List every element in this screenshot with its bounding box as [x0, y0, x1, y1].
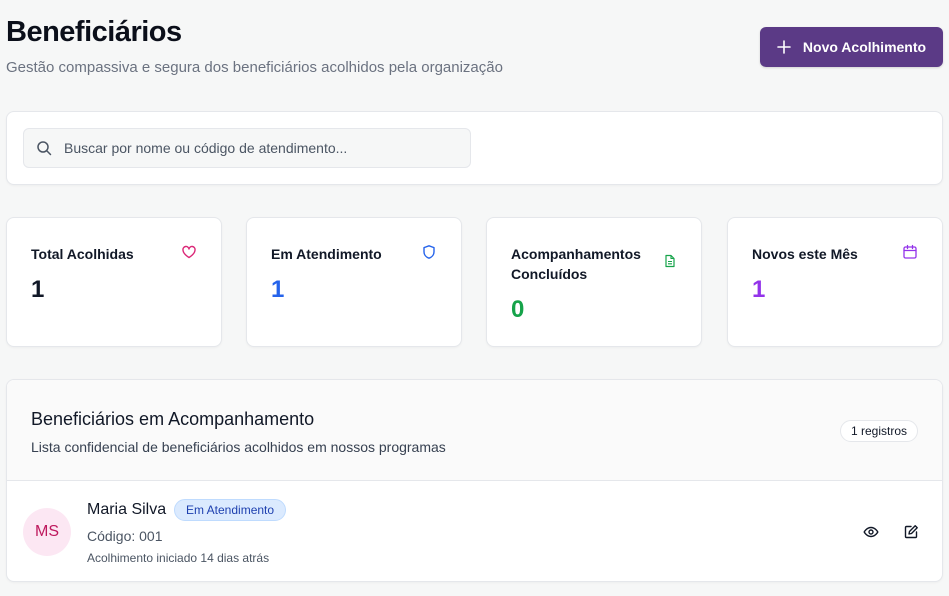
page-title: Beneficiários — [6, 16, 182, 48]
page-subtitle: Gestão compassiva e segura dos beneficiá… — [6, 59, 503, 76]
list-header: Beneficiários em Acompanhamento Lista co… — [7, 380, 942, 481]
shield-icon — [423, 245, 435, 259]
new-intake-button[interactable]: Novo Acolhimento — [760, 27, 943, 67]
stat-card-total: Total Acolhidas 1 — [6, 217, 222, 347]
calendar-icon — [903, 244, 917, 259]
beneficiary-name: Maria Silva — [87, 501, 167, 518]
stat-label: Em Atendimento — [271, 246, 382, 262]
records-count-badge: 1 registros — [839, 420, 918, 442]
beneficiaries-list-card: Beneficiários em Acompanhamento Lista co… — [6, 379, 943, 582]
stat-card-completed: Acompanhamentos Concluídos 0 — [486, 217, 702, 347]
list-title: Beneficiários em Acompanhamento — [31, 409, 315, 429]
heart-icon — [182, 245, 196, 259]
search-icon — [37, 141, 52, 156]
stat-label: Novos este Mês — [752, 246, 858, 262]
stat-value: 0 — [511, 296, 525, 323]
intake-started-text: Acolhimento iniciado 14 dias atrás — [87, 551, 270, 565]
stat-value: 1 — [271, 276, 285, 303]
beneficiaries-page: Beneficiários Gestão compassiva e segura… — [0, 0, 949, 596]
document-icon — [665, 254, 675, 268]
stat-card-new-this-month: Novos este Mês 1 — [727, 217, 943, 347]
status-badge: Em Atendimento — [174, 499, 287, 521]
stat-value: 1 — [31, 276, 45, 303]
search-input[interactable] — [64, 140, 470, 156]
eye-icon — [863, 526, 879, 538]
beneficiary-code: Código: 001 — [87, 528, 163, 544]
stat-value: 1 — [752, 276, 766, 303]
edit-button[interactable] — [899, 520, 923, 544]
new-intake-button-label: Novo Acolhimento — [802, 39, 927, 55]
list-description: Lista confidencial de beneficiários acol… — [31, 439, 446, 455]
search-card — [6, 111, 943, 185]
plus-icon — [777, 40, 791, 54]
search-box[interactable] — [23, 128, 471, 168]
stat-card-in-progress: Em Atendimento 1 — [246, 217, 462, 347]
avatar: MS — [23, 508, 71, 556]
edit-icon — [904, 525, 918, 539]
view-button[interactable] — [859, 520, 883, 544]
stat-label: Total Acolhidas — [31, 246, 134, 262]
list-item[interactable]: MS Maria Silva Em Atendimento Código: 00… — [7, 481, 942, 581]
stat-label: Acompanhamentos Concluídos — [511, 246, 641, 282]
